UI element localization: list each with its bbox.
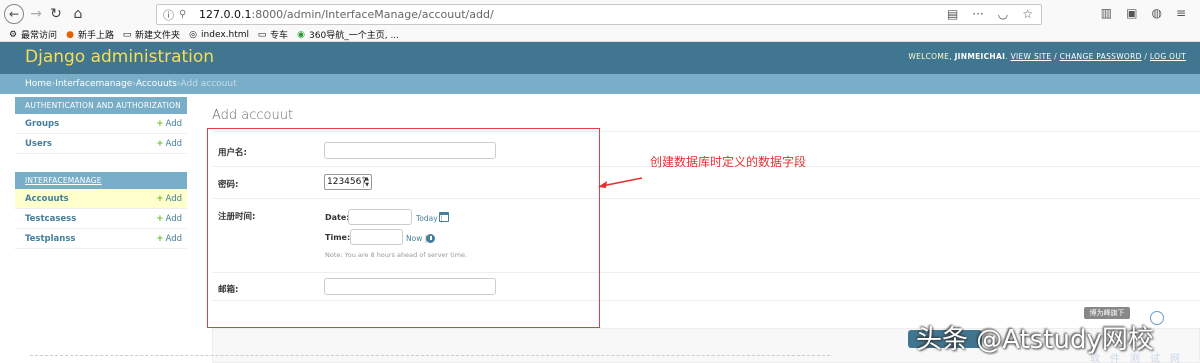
sidebar-item-testplanss: Testplanss + Add: [15, 229, 187, 249]
annotation-arrow: [598, 177, 643, 188]
info-icon[interactable]: ⓘ: [163, 7, 179, 23]
sidebar-toggle-icon[interactable]: ▣: [1126, 6, 1137, 20]
back-icon[interactable]: ←: [4, 4, 24, 24]
site-header: Django administration WELCOME, JINMEICHA…: [0, 42, 1200, 74]
add-link[interactable]: + Add: [156, 214, 182, 224]
divider: [30, 355, 830, 356]
plus-icon: +: [156, 138, 164, 149]
watermark-sub: 软件测试网: [1090, 354, 1190, 363]
breadcrumb-current: Add accouut: [180, 79, 237, 89]
log-out-link[interactable]: LOG OUT: [1150, 52, 1186, 61]
welcome-text: WELCOME,: [908, 52, 955, 61]
plus-icon: +: [156, 213, 164, 224]
sidebar-item-accouuts: Accouuts + Add: [15, 189, 187, 209]
add-link[interactable]: + Add: [156, 234, 182, 244]
view-site-link[interactable]: VIEW SITE: [1011, 52, 1052, 61]
plus-icon: +: [156, 118, 164, 129]
model-link[interactable]: Groups: [25, 119, 59, 129]
username: JINMEICHAI: [954, 52, 1006, 61]
reader-view-icon[interactable]: ▤: [947, 7, 958, 21]
bookmark-item[interactable]: ◎ index.html: [188, 30, 249, 40]
bookmark-item[interactable]: ▭ 专车: [257, 28, 288, 42]
sidebar: AUTHENTICATION AND AUTHORIZATION Groups …: [15, 97, 187, 249]
page-actions-icon[interactable]: ···: [972, 7, 983, 21]
site-brand[interactable]: Django administration: [25, 47, 214, 67]
url-path: :8000/admin/InterfaceManage/accouut/add/: [251, 8, 494, 21]
menu-icon[interactable]: ≡: [1176, 6, 1186, 20]
annotation-box: [207, 128, 600, 328]
account-icon[interactable]: ◍: [1151, 6, 1161, 20]
sidebar-item-testcasess: Testcasess + Add: [15, 209, 187, 229]
plus-icon: +: [156, 233, 164, 244]
forward-icon[interactable]: →: [26, 4, 46, 24]
bookmark-item[interactable]: ▭ 新建文件夹: [122, 28, 180, 42]
change-password-link[interactable]: CHANGE PASSWORD: [1060, 52, 1142, 61]
360-icon: ◉: [297, 29, 305, 40]
add-link[interactable]: + Add: [156, 119, 182, 129]
folder-icon: ▭: [122, 29, 132, 40]
firefox-icon: ●: [66, 29, 74, 40]
module-caption-interfacemanage: INTERFACEMANAGE: [15, 172, 187, 189]
breadcrumb-model[interactable]: Accouuts: [136, 79, 177, 89]
bookmark-item[interactable]: ⚙ 最常访问: [8, 28, 57, 42]
floating-tag: 博为峰旗下: [1084, 307, 1130, 319]
add-link[interactable]: + Add: [156, 194, 182, 204]
model-link[interactable]: Testplanss: [25, 234, 75, 244]
gear-icon: ⚙: [8, 29, 18, 40]
address-bar[interactable]: ⓘ ⚲ 127.0.0.1:8000/admin/InterfaceManage…: [156, 4, 1042, 25]
library-icon[interactable]: ▥: [1101, 6, 1112, 20]
bookmarks-bar: ⚙ 最常访问 ● 新手上路 ▭ 新建文件夹 ◎ index.html ▭ 专车 ◉ 360导…: [0, 28, 1200, 42]
breadcrumb-home[interactable]: Home: [25, 79, 52, 89]
connection-icon[interactable]: ⚲: [179, 9, 195, 20]
annotation-text: 创建数据库时定义的数据字段: [650, 155, 807, 169]
sidebar-item-groups: Groups + Add: [15, 114, 187, 134]
module-caption-auth: AUTHENTICATION AND AUTHORIZATION: [15, 97, 187, 114]
home-icon[interactable]: ⌂: [68, 4, 88, 24]
globe-icon: ◎: [189, 29, 197, 40]
breadcrumb: Home › Interfacemanage › Accouuts › Add …: [0, 74, 1200, 94]
model-link[interactable]: Accouuts: [25, 194, 69, 204]
url-host: 127.0.0.1: [199, 8, 252, 21]
model-link[interactable]: Testcasess: [25, 214, 76, 224]
browser-toolbar: ← → ↻ ⌂ ⓘ ⚲ 127.0.0.1:8000/admin/Interfa…: [0, 0, 1200, 28]
sidebar-item-users: Users + Add: [15, 134, 187, 154]
user-tools: WELCOME, JINMEICHAI. VIEW SITE / CHANGE …: [908, 52, 1186, 61]
url-text[interactable]: 127.0.0.1:8000/admin/InterfaceManage/acc…: [199, 8, 494, 21]
page-title: Add accouut: [212, 108, 294, 123]
module-caption-link[interactable]: INTERFACEMANAGE: [25, 176, 102, 185]
folder-icon: ▭: [257, 29, 267, 40]
bookmark-item[interactable]: ● 新手上路: [65, 28, 114, 42]
plus-icon: +: [156, 193, 164, 204]
breadcrumb-app[interactable]: Interfacemanage: [55, 79, 132, 89]
pocket-icon[interactable]: ◡: [998, 7, 1008, 21]
reload-icon[interactable]: ↻: [46, 4, 66, 24]
model-link[interactable]: Users: [25, 139, 52, 149]
bookmark-star-icon[interactable]: ☆: [1022, 7, 1033, 21]
add-link[interactable]: + Add: [156, 139, 182, 149]
bookmark-item[interactable]: ◉ 360导航_一个主页, ...: [296, 28, 399, 42]
